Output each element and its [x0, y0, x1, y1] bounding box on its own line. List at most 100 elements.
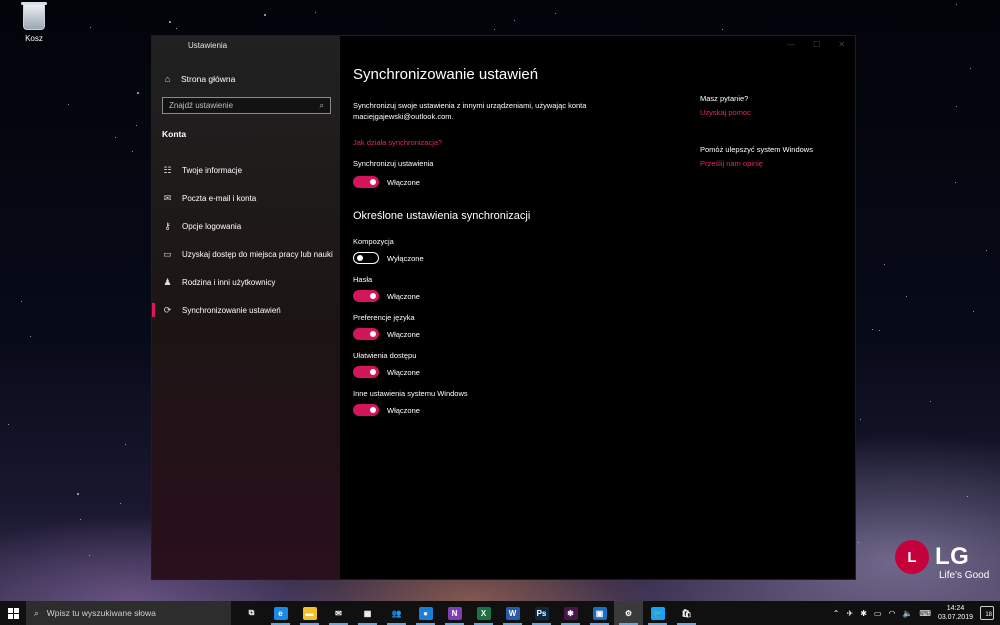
page-title: Synchronizowanie ustawień	[353, 66, 539, 83]
system-tray: ⌃ ✈ ✱ ▭ ◠ 🔈 ⌨ 14:24 03.07.2019 18	[833, 601, 1000, 625]
word-icon: W	[505, 606, 520, 620]
photos-app-icon: ●	[418, 606, 433, 620]
key-icon: ⚷	[164, 220, 171, 231]
star	[956, 3, 958, 5]
star	[79, 518, 81, 520]
settings-sidebar: Ustawienia ⌂ Strona główna Znajdź ustawi…	[152, 36, 340, 579]
sidebar-item-your-info[interactable]: ☷ Twoje informacje	[152, 156, 340, 184]
taskbar-people-button[interactable]: 👥	[382, 601, 411, 625]
get-help-link[interactable]: Uzyskaj pomoc	[700, 108, 840, 117]
ease-of-access-toggle[interactable]	[353, 366, 379, 378]
edge-icon: e	[273, 606, 288, 620]
star	[514, 19, 516, 21]
mail-icon: ✉	[163, 192, 172, 203]
passwords-toggle-row: Włączone	[353, 290, 420, 302]
sidebar-item-label: Poczta e-mail i konta	[182, 193, 257, 203]
sidebar-item-work-access[interactable]: ▭ Uzyskaj dostęp do miejsca pracy lub na…	[152, 240, 340, 268]
settings-content: Synchronizowanie ustawień Synchronizuj s…	[353, 36, 673, 579]
action-center-button[interactable]: 18	[980, 606, 994, 620]
taskbar-edge-button[interactable]: e	[266, 601, 295, 625]
star	[884, 263, 886, 265]
other-windows-settings-toggle[interactable]	[353, 404, 379, 416]
keyboard-icon[interactable]: ⌨	[919, 609, 931, 618]
settings-search-input[interactable]: Znajdź ustawienie ⌕	[162, 97, 331, 114]
star	[125, 444, 127, 446]
taskbar-photos-app-button[interactable]: ●	[411, 601, 440, 625]
sidebar-item-label: Rodzina i inni użytkownicy	[182, 277, 276, 287]
taskbar-slack-button[interactable]: ✱	[556, 601, 585, 625]
settings-window: Ustawienia ⌂ Strona główna Znajdź ustawi…	[151, 35, 856, 580]
passwords-toggle[interactable]	[353, 290, 379, 302]
star	[29, 336, 31, 338]
people-icon: ♟	[163, 276, 172, 287]
sidebar-item-label: Twoje informacje	[182, 165, 243, 175]
star	[967, 496, 969, 498]
star	[8, 423, 10, 425]
slack-icon: ✱	[563, 606, 578, 620]
taskbar-word-button[interactable]: W	[498, 601, 527, 625]
star	[872, 328, 874, 330]
window-controls: — ☐ ✕	[787, 40, 845, 49]
taskbar-search-input[interactable]: ⌕ Wpisz tu wyszukiwane słowa	[26, 601, 231, 625]
clock[interactable]: 14:24 03.07.2019	[938, 604, 973, 622]
taskbar-planner-button[interactable]: ▣	[585, 601, 614, 625]
sidebar-item-family[interactable]: ♟ Rodzina i inni użytkownicy	[152, 268, 340, 296]
taskbar-file-explorer-button[interactable]: ▬	[295, 601, 324, 625]
ease-of-access-label: Ułatwienia dostępu	[353, 351, 417, 360]
star	[860, 418, 862, 420]
taskbar-settings-button[interactable]: ⚙	[614, 601, 643, 625]
taskbar-excel-button[interactable]: X	[469, 601, 498, 625]
sidebar-item-label: Synchronizowanie ustawień	[182, 305, 281, 315]
close-icon[interactable]: ✕	[838, 40, 845, 49]
sidebar-item-sign-in-options[interactable]: ⚷ Opcje logowania	[152, 212, 340, 240]
taskbar-calendar-button[interactable]: ▦	[353, 601, 382, 625]
minimize-icon[interactable]: —	[787, 40, 795, 49]
lg-logo: L LG Life's Good	[895, 540, 995, 581]
taskbar-store-button[interactable]: 🛍	[672, 601, 701, 625]
start-button[interactable]	[0, 601, 26, 625]
star	[878, 330, 880, 332]
other-windows-settings-state: Włączone	[387, 405, 420, 415]
passwords-label: Hasła	[353, 275, 373, 284]
nav-home[interactable]: ⌂ Strona główna	[162, 73, 236, 84]
maximize-icon[interactable]: ☐	[813, 40, 820, 49]
wifi-icon[interactable]: ◠	[888, 609, 895, 618]
star	[90, 26, 92, 28]
question-title: Masz pytanie?	[700, 94, 749, 103]
language-prefs-toggle[interactable]	[353, 328, 379, 340]
settings-icon: ⚙	[624, 608, 633, 618]
send-feedback-link[interactable]: Prześlij nam opinię	[700, 159, 840, 168]
sync-settings-toggle-row: Włączone	[353, 176, 420, 188]
taskbar-onenote-button[interactable]: N	[440, 601, 469, 625]
settings-search-placeholder: Znajdź ustawienie	[169, 101, 234, 110]
theme-toggle-row: Wyłączone	[353, 252, 424, 264]
how-sync-works-link[interactable]: Jak działa synchronizacja?	[353, 138, 442, 147]
theme-state: Wyłączone	[387, 253, 424, 263]
taskbar-twitter-button[interactable]: 🐦	[643, 601, 672, 625]
taskbar-photoshop-button[interactable]: Ps	[527, 601, 556, 625]
star	[264, 13, 267, 16]
star	[21, 300, 22, 302]
sidebar-item-email-accounts[interactable]: ✉ Poczta e-mail i konta	[152, 184, 340, 212]
recycle-bin-shortcut[interactable]: Kosz	[14, 2, 54, 43]
people-icon: 👥	[391, 608, 402, 618]
volume-icon[interactable]: 🔈	[902, 609, 912, 618]
telegram-icon[interactable]: ✈	[846, 609, 853, 618]
theme-toggle[interactable]	[353, 252, 379, 264]
sidebar-item-label: Uzyskaj dostęp do miejsca pracy lub nauk…	[182, 249, 333, 259]
taskbar-task-view-button[interactable]: ⧉	[237, 601, 266, 625]
star	[969, 67, 971, 69]
bluetooth-icon[interactable]: ✱	[860, 609, 867, 618]
battery-icon[interactable]: ▭	[874, 609, 882, 618]
task-view-icon: ⧉	[248, 608, 255, 617]
windows-logo-icon	[7, 607, 19, 619]
taskbar-mail-button[interactable]: ✉	[324, 601, 353, 625]
twitter-icon: 🐦	[650, 606, 665, 620]
sidebar-item-sync-settings[interactable]: ⟳ Synchronizowanie ustawień	[152, 296, 340, 324]
sidebar-item-label: Opcje logowania	[182, 221, 242, 231]
other-windows-settings-toggle-row: Włączone	[353, 404, 420, 416]
sync-settings-toggle[interactable]	[353, 176, 379, 188]
chevron-up-icon[interactable]: ⌃	[833, 609, 840, 618]
sync-description: Synchronizuj swoje ustawienia z innymi u…	[353, 101, 587, 121]
star	[68, 104, 70, 106]
